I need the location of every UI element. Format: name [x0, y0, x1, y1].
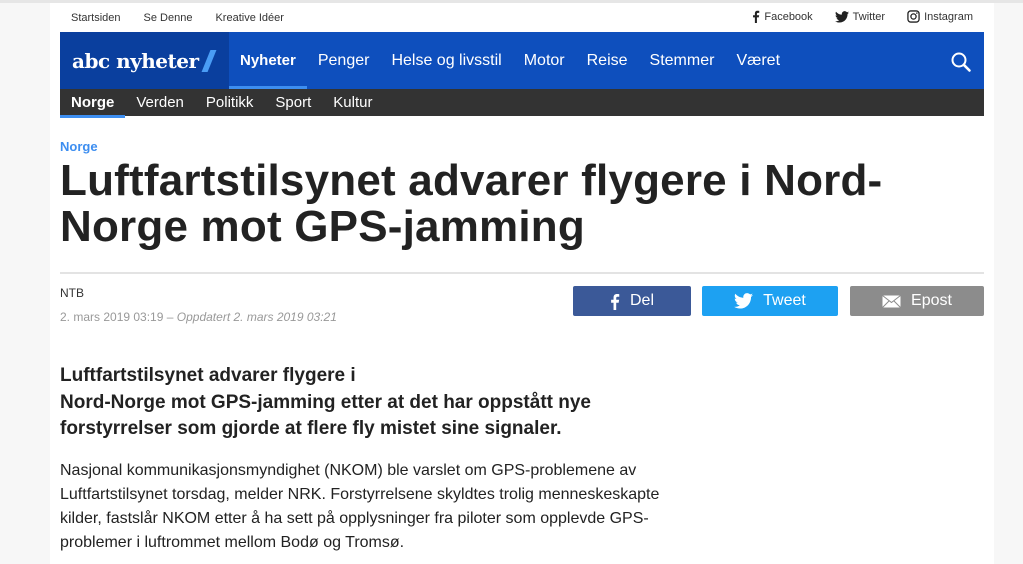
social-links: Facebook Twitter Instagram: [730, 10, 973, 23]
top-link-se-denne[interactable]: Se Denne: [144, 12, 193, 24]
article-lead: Luftfartstilsynet advarer flygere i Nord…: [60, 363, 670, 443]
envelope-icon: [882, 294, 901, 308]
nav-item-penger[interactable]: Penger: [307, 32, 381, 89]
top-link-startsiden[interactable]: Startsiden: [71, 12, 121, 24]
top-link-kreative-ideer[interactable]: Kreative Idéer: [215, 12, 283, 24]
date-separator: –: [166, 310, 174, 324]
nav-item-vaeret[interactable]: Været: [725, 32, 791, 89]
main-navigation: abc nyheter Nyheter Penger Helse og livs…: [60, 32, 984, 89]
article-category-link[interactable]: Norge: [60, 139, 98, 154]
lead-line-1: Luftfartstilsynet advarer flygere i: [60, 365, 356, 386]
nav-item-nyheter[interactable]: Nyheter: [229, 32, 307, 89]
share-twitter-button[interactable]: Tweet: [702, 286, 838, 316]
subnav-item-kultur[interactable]: Kultur: [322, 89, 383, 116]
twitter-icon: [734, 293, 754, 309]
share-email-label: Epost: [911, 292, 952, 309]
social-link-label: Facebook: [764, 10, 813, 23]
article-dates: 2. mars 2019 03:19 – Oppdatert 2. mars 2…: [60, 310, 337, 324]
facebook-icon: [611, 293, 620, 310]
social-link-instagram[interactable]: Instagram: [907, 10, 973, 23]
share-facebook-button[interactable]: Del: [573, 286, 691, 316]
facebook-icon: [753, 10, 760, 23]
social-link-label: Twitter: [852, 10, 886, 23]
headline-divider: [60, 272, 984, 274]
share-facebook-label: Del: [629, 292, 654, 309]
top-links-bar: Startsiden Se Denne Kreative Idéer Faceb…: [50, 3, 994, 32]
updated-date: Oppdatert 2. mars 2019 03:21: [176, 310, 337, 324]
subnav-item-politikk[interactable]: Politikk: [195, 89, 265, 116]
nav-item-stemmer[interactable]: Stemmer: [639, 32, 726, 89]
article-byline: NTB: [60, 286, 84, 300]
share-email-button[interactable]: Epost: [850, 286, 984, 316]
site-logo[interactable]: abc nyheter: [60, 32, 229, 89]
share-twitter-label: Tweet: [763, 292, 806, 309]
article-body-paragraph: Nasjonal kommunikasjonsmyndighet (NKOM) …: [60, 462, 660, 551]
page-container: Startsiden Se Denne Kreative Idéer Faceb…: [50, 3, 994, 564]
subnav-item-sport[interactable]: Sport: [264, 89, 322, 116]
subnav-item-verden[interactable]: Verden: [125, 89, 195, 116]
instagram-icon: [907, 10, 920, 23]
social-link-label: Instagram: [924, 10, 973, 23]
social-link-twitter[interactable]: Twitter: [834, 10, 886, 23]
nav-item-motor[interactable]: Motor: [513, 32, 576, 89]
published-date: 2. mars 2019 03:19: [60, 310, 164, 324]
lead-line-2: Nord-Norge mot GPS-jamming etter at det …: [60, 391, 591, 440]
top-links-left: Startsiden Se Denne Kreative Idéer: [71, 12, 307, 24]
social-link-facebook[interactable]: Facebook: [752, 10, 813, 23]
search-icon: [951, 52, 971, 72]
logo-text: abc nyheter: [72, 48, 199, 73]
sub-navigation: Norge Verden Politikk Sport Kultur: [60, 89, 984, 118]
twitter-icon: [834, 10, 849, 23]
main-nav-items: Nyheter Penger Helse og livsstil Motor R…: [229, 32, 791, 89]
nav-item-helse-og-livsstil[interactable]: Helse og livsstil: [380, 32, 512, 89]
subnav-item-norge[interactable]: Norge: [60, 89, 126, 118]
search-button[interactable]: [950, 51, 972, 73]
logo-slash-icon: [201, 49, 216, 72]
nav-item-reise[interactable]: Reise: [576, 32, 639, 89]
article-headline: Luftfartstilsynet advarer flygere i Nord…: [60, 156, 883, 251]
